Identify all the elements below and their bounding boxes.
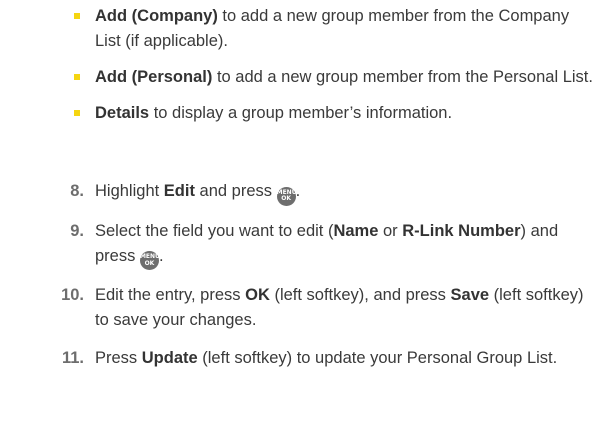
option-add-personal: Add (Personal) to add a new group member… — [74, 65, 594, 90]
step-text: (left softkey) to update your Personal G… — [197, 349, 558, 367]
step-keyword: Update — [141, 349, 198, 367]
option-description: to display a group member’s information. — [149, 104, 453, 122]
step-text: or — [378, 221, 403, 240]
option-list: Add (Company) to add a new group member … — [74, 4, 594, 137]
option-details: Details to display a group member’s info… — [74, 101, 594, 126]
step-number: 11. — [61, 349, 84, 367]
step-number: 10. — [61, 286, 84, 304]
step-list: 8. Highlight Edit and press MENU OK. 9. S… — [0, 179, 599, 384]
option-description: to add a new group member from the Perso… — [212, 68, 593, 86]
bullet-icon — [74, 74, 80, 80]
step-text: Select the field you want to edit ( — [95, 221, 334, 240]
step-text: . — [158, 246, 164, 265]
step-text: (left softkey), and press — [269, 286, 451, 304]
menu-ok-key-icon: MENU OK — [276, 186, 297, 206]
step-keyword: OK — [245, 286, 270, 304]
step-keyword: Edit — [163, 182, 195, 200]
option-label: Add (Company) — [95, 7, 218, 25]
step-text: Edit the entry, press — [95, 286, 246, 304]
step-11: 11. Press Update (left softkey) to updat… — [0, 346, 599, 371]
step-10: 10. Edit the entry, press OK (left softk… — [0, 283, 599, 333]
step-9: 9. Select the field you want to edit (Na… — [0, 219, 599, 270]
step-text: Press — [95, 349, 142, 367]
step-number: 9. — [70, 221, 84, 240]
menu-ok-key-icon: MENU OK — [139, 251, 160, 270]
step-8: 8. Highlight Edit and press MENU OK. — [0, 179, 599, 206]
step-text: Highlight — [95, 182, 164, 200]
step-keyword: Name — [333, 221, 379, 240]
step-keyword: Save — [450, 286, 490, 304]
bullet-icon — [74, 110, 80, 116]
step-keyword: R-Link Number — [402, 221, 521, 240]
step-text: . — [295, 182, 301, 200]
step-text: and press — [194, 182, 277, 200]
bullet-icon — [74, 13, 80, 19]
option-label: Add (Personal) — [95, 68, 213, 86]
manual-page: Add (Company) to add a new group member … — [0, 0, 599, 422]
option-label: Details — [95, 104, 150, 122]
option-add-company: Add (Company) to add a new group member … — [74, 4, 594, 54]
step-number: 8. — [70, 182, 84, 200]
